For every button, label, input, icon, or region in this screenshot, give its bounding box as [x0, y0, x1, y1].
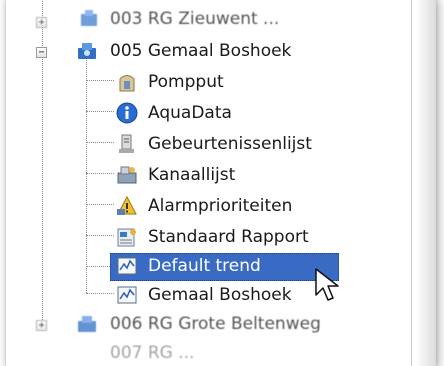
tree-item-default-trend[interactable]: Default trend — [6, 251, 406, 282]
tree-item-label: Kanaallijst — [148, 165, 236, 185]
pump-station-icon — [81, 10, 97, 26]
pump-station-icon — [78, 43, 96, 59]
trend-icon — [117, 257, 137, 275]
tree-item-label: AquaData — [148, 103, 232, 123]
tree-item-kanaallijst[interactable]: Kanaallijst — [6, 160, 406, 191]
pump-station-icon — [78, 316, 96, 332]
tree-item-label: Alarmprioriteiten — [148, 196, 293, 216]
tree-item-label: 005 Gemaal Boshoek — [110, 41, 292, 61]
tree-item-005[interactable]: − 005 Gemaal Boshoek — [6, 36, 406, 67]
expand-toggle[interactable]: + — [36, 320, 47, 331]
tree-item-007[interactable]: 007 RG ... — [6, 338, 406, 366]
mouse-pointer-icon — [315, 268, 339, 301]
collapse-toggle[interactable]: − — [36, 47, 47, 58]
pump-pit-icon — [119, 75, 135, 92]
tree-item-standaard-rapport[interactable]: Standaard Rapport — [6, 222, 406, 253]
tree-item-label: Standaard Rapport — [148, 227, 309, 247]
tree-item-label: Default trend — [148, 256, 261, 276]
tree-item-label: Gemaal Boshoek — [148, 285, 292, 305]
alarm-priority-icon — [117, 195, 137, 215]
tree-item-006[interactable]: + 006 RG Grote Beltenweg — [6, 309, 406, 340]
tree-item-label: Gebeurtenissenlijst — [148, 134, 312, 154]
tree-panel: + 003 RG Zieuwent ... − 005 Gemaal Bosho… — [6, 0, 436, 366]
tree-item-gemaal-boshoek-trend[interactable]: Gemaal Boshoek — [6, 280, 406, 311]
expand-toggle[interactable]: + — [36, 17, 47, 28]
tree-item-label: 006 RG Grote Beltenweg — [110, 314, 321, 334]
info-icon — [116, 102, 138, 124]
tree-item-label: 003 RG Zieuwent ... — [110, 9, 280, 29]
channel-list-icon — [117, 166, 137, 184]
report-icon — [117, 228, 136, 247]
tree-item-label: 007 RG ... — [110, 343, 195, 363]
trend-icon — [117, 286, 137, 304]
panel-edge — [411, 0, 412, 366]
tree-item-label: Pompput — [148, 72, 224, 92]
tree-item-alarmprioriteiten[interactable]: Alarmprioriteiten — [6, 191, 406, 222]
event-list-icon — [119, 134, 134, 153]
tree-item-gebeurtenissenlijst[interactable]: Gebeurtenissenlijst — [6, 129, 406, 160]
tree-item-003[interactable]: + 003 RG Zieuwent ... — [6, 4, 406, 35]
tree-item-aquadata[interactable]: AquaData — [6, 98, 406, 129]
tree-item-pompput[interactable]: Pompput — [6, 67, 406, 98]
